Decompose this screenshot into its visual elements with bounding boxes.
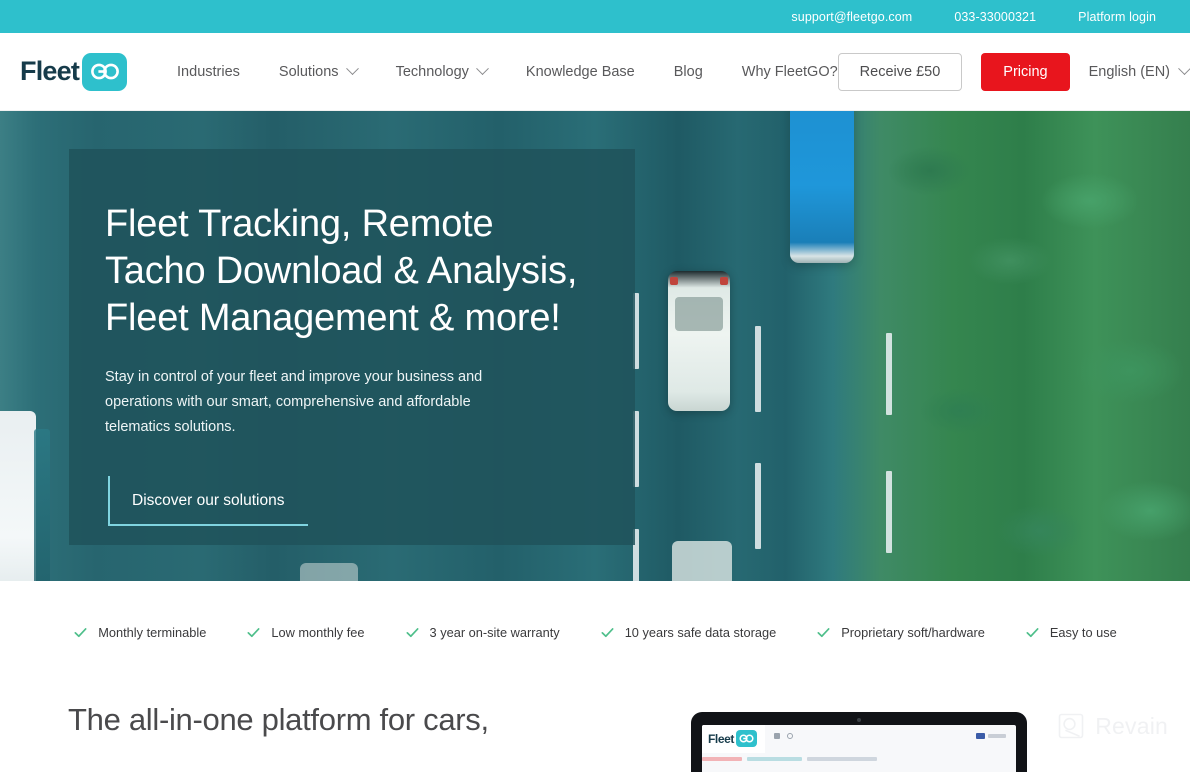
go-monogram-icon bbox=[739, 734, 754, 743]
hero-section: Fleet Tracking, Remote Tacho Download & … bbox=[0, 111, 1190, 581]
hero-subheading: Stay in control of your fleet and improv… bbox=[105, 365, 560, 440]
usp-label: Easy to use bbox=[1050, 625, 1117, 640]
usp-item: Monthly terminable bbox=[73, 625, 206, 640]
language-selector[interactable]: English (EN) bbox=[1089, 64, 1189, 80]
tablet-content-row bbox=[702, 752, 1016, 770]
lane-marking bbox=[886, 471, 892, 553]
nav-actions: Receive £50 Pricing English (EN) bbox=[838, 53, 1189, 91]
nav-item-label: Industries bbox=[177, 64, 240, 80]
check-icon bbox=[816, 625, 831, 640]
fleetgo-logo[interactable]: Fleet bbox=[20, 53, 127, 91]
nav-item-label: Solutions bbox=[279, 64, 339, 80]
tablet-logo-wordmark: Fleet bbox=[708, 732, 734, 746]
hero-text-overlay: Fleet Tracking, Remote Tacho Download & … bbox=[69, 149, 635, 545]
support-email-link[interactable]: support@fleetgo.com bbox=[791, 10, 912, 24]
nav-item-solutions[interactable]: Solutions bbox=[279, 64, 357, 80]
search-icon bbox=[787, 733, 793, 739]
tablet-logo-go-badge bbox=[736, 730, 757, 747]
usp-item: Low monthly fee bbox=[246, 625, 364, 640]
tablet-fleetgo-logo: Fleet bbox=[702, 725, 765, 753]
usp-item: 10 years safe data storage bbox=[600, 625, 777, 640]
usp-item: Easy to use bbox=[1025, 625, 1117, 640]
check-icon bbox=[1025, 625, 1040, 640]
logo-wordmark: Fleet bbox=[20, 58, 79, 85]
check-icon bbox=[405, 625, 420, 640]
nav-item-why-fleetgo[interactable]: Why FleetGO? bbox=[742, 64, 838, 80]
menu-icon bbox=[774, 733, 780, 739]
tablet-camera-icon bbox=[857, 718, 861, 722]
lane-marking bbox=[886, 333, 892, 415]
check-icon bbox=[246, 625, 261, 640]
top-utility-bar: support@fleetgo.com 033-33000321 Platfor… bbox=[0, 0, 1190, 33]
logo-go-badge bbox=[82, 53, 127, 91]
lane-marking bbox=[755, 463, 761, 549]
chevron-down-icon bbox=[476, 62, 489, 75]
tablet-device-mockup: Fleet bbox=[691, 712, 1027, 772]
tablet-content-rows bbox=[702, 752, 1016, 770]
tablet-language-indicator bbox=[976, 733, 1008, 739]
nav-item-blog[interactable]: Blog bbox=[674, 64, 703, 80]
nav-item-label: Blog bbox=[674, 64, 703, 80]
nav-links: Industries Solutions Technology Knowledg… bbox=[177, 64, 838, 80]
check-icon bbox=[73, 625, 88, 640]
receive-50-button[interactable]: Receive £50 bbox=[838, 53, 963, 91]
platform-heading: The all-in-one platform for cars, bbox=[68, 700, 489, 740]
nav-item-knowledge-base[interactable]: Knowledge Base bbox=[526, 64, 635, 80]
vehicle-shadow bbox=[34, 429, 50, 581]
language-label: English (EN) bbox=[1089, 64, 1170, 80]
nav-item-technology[interactable]: Technology bbox=[396, 64, 487, 80]
revain-logo-icon bbox=[1057, 712, 1085, 740]
nav-item-label: Why FleetGO? bbox=[742, 64, 838, 80]
car-vehicle bbox=[672, 541, 732, 581]
nav-item-industries[interactable]: Industries bbox=[177, 64, 240, 80]
usp-label: Low monthly fee bbox=[271, 625, 364, 640]
chevron-down-icon bbox=[1178, 62, 1190, 75]
revain-watermark: Revain bbox=[1057, 712, 1168, 740]
car-vehicle bbox=[300, 563, 358, 581]
tablet-chip bbox=[807, 757, 877, 761]
usp-label: Proprietary soft/hardware bbox=[841, 625, 985, 640]
usp-item: Proprietary soft/hardware bbox=[816, 625, 985, 640]
lane-marking bbox=[755, 326, 761, 412]
platform-login-link[interactable]: Platform login bbox=[1078, 10, 1156, 24]
usp-label: Monthly terminable bbox=[98, 625, 206, 640]
discover-our-solutions-button[interactable]: Discover our solutions bbox=[108, 476, 308, 526]
chevron-down-icon bbox=[346, 62, 359, 75]
tablet-toolbar bbox=[765, 725, 1016, 739]
main-navigation-bar: Fleet Industries Solutions Technology Kn… bbox=[0, 33, 1190, 111]
flag-icon bbox=[976, 733, 985, 739]
check-icon bbox=[600, 625, 615, 640]
usp-item: 3 year on-site warranty bbox=[405, 625, 560, 640]
hero-heading: Fleet Tracking, Remote Tacho Download & … bbox=[105, 201, 589, 342]
tablet-chip bbox=[747, 757, 802, 761]
pricing-button[interactable]: Pricing bbox=[981, 53, 1069, 91]
nav-item-label: Technology bbox=[396, 64, 469, 80]
phone-link[interactable]: 033-33000321 bbox=[954, 10, 1036, 24]
tablet-chip bbox=[702, 757, 742, 761]
usp-feature-bar: Monthly terminable Low monthly fee 3 yea… bbox=[0, 581, 1190, 684]
go-monogram-icon bbox=[90, 63, 120, 80]
truck-vehicle bbox=[790, 111, 854, 263]
car-vehicle bbox=[668, 271, 730, 411]
van-vehicle bbox=[0, 411, 36, 581]
nav-item-label: Knowledge Base bbox=[526, 64, 635, 80]
usp-label: 3 year on-site warranty bbox=[430, 625, 560, 640]
tablet-label-placeholder bbox=[988, 734, 1006, 738]
revain-watermark-label: Revain bbox=[1095, 713, 1168, 740]
usp-label: 10 years safe data storage bbox=[625, 625, 777, 640]
